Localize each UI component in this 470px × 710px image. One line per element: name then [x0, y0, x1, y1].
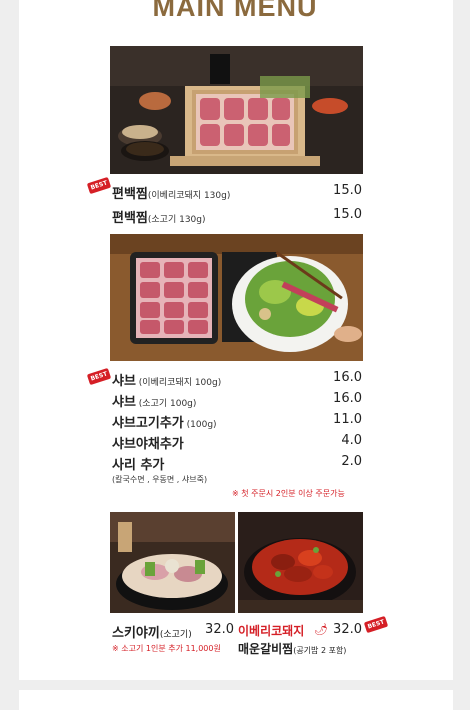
menu-item-price: 32.0 — [205, 622, 234, 637]
menu-item-name: 이베리코돼지 — [238, 624, 305, 638]
order-note: ※ 첫 주문시 2인분 이상 주문가능 — [232, 489, 345, 498]
menu-item-name: 편백찜(이베리코돼지 130g) — [112, 187, 231, 202]
menu-item-name: 샤브고기추가 (100g) — [112, 416, 217, 431]
menu-item-sari-extra: 사리 추가 2.0 — [112, 454, 362, 474]
galbijjim-photo — [238, 512, 363, 613]
menu-item-price: 16.0 — [333, 391, 362, 406]
menu-item-shabu-veg-extra: 샤브야채추가 4.0 — [112, 433, 362, 453]
page-title: MAIN MENU — [152, 0, 318, 22]
menu-item-galbijjim: 이베리코돼지 🌶 32.0 매운갈비찜(공기밥 2 포함) — [238, 622, 362, 658]
sukiyaki-photo — [110, 512, 235, 613]
sari-detail: (칼국수면 , 우동면 , 샤브죽) — [112, 475, 208, 484]
menu-item-name: 스키야끼(소고기) — [112, 626, 192, 641]
menu-item-price: 2.0 — [341, 454, 362, 469]
menu-item-price: 15.0 — [333, 183, 362, 198]
menu-item-price: 32.0 — [333, 622, 362, 637]
chili-icon: 🌶 — [314, 623, 328, 636]
menu-item-price: 4.0 — [341, 433, 362, 448]
steamer-photo — [110, 46, 363, 174]
menu-item-price: 16.0 — [333, 370, 362, 385]
menu-item-price: 15.0 — [333, 207, 362, 222]
menu-item-pyeonbaek-beef: 편백찜(소고기 130g) 15.0 — [112, 207, 362, 227]
menu-item-name-line2: 매운갈비찜(공기밥 2 포함) — [238, 642, 347, 656]
menu-item-pyeonbaek-pork: 편백찜(이베리코돼지 130g) 15.0 — [112, 183, 362, 203]
shabu-photo — [110, 234, 363, 361]
menu-item-sukiyaki: 스키야끼(소고기) 32.0 — [112, 622, 234, 641]
menu-item-name: 샤브 (이베리코돼지 100g) — [112, 374, 222, 389]
menu-item-shabu-pork: 샤브 (이베리코돼지 100g) 16.0 — [112, 370, 362, 390]
menu-item-name: 샤브야채추가 — [112, 437, 184, 452]
menu-item-name: 샤브 (소고기 100g) — [112, 395, 197, 410]
menu-item-shabu-beef: 샤브 (소고기 100g) 16.0 — [112, 391, 362, 411]
menu-item-name: 사리 추가 — [112, 458, 165, 473]
menu-item-name: 편백찜(소고기 130g) — [112, 211, 206, 226]
sukiyaki-note: ※ 소고기 1인분 추가 11,000원 — [112, 644, 221, 653]
menu-item-price: 11.0 — [333, 412, 362, 427]
menu-item-shabu-meat-extra: 샤브고기추가 (100g) 11.0 — [112, 412, 362, 432]
next-card — [19, 690, 453, 710]
